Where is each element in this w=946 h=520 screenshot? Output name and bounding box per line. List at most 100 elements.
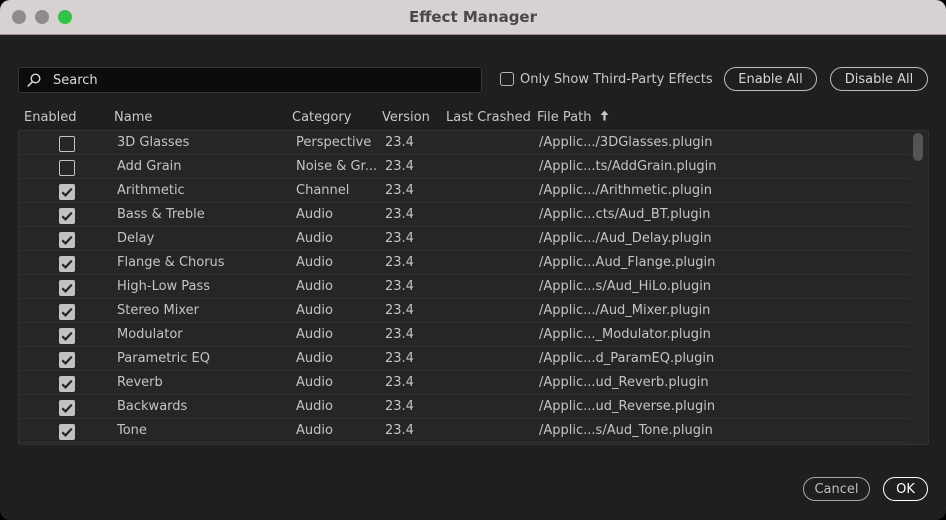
table-row[interactable]: Arithmetic Channel 23.4/Applic.../Arithmet… — [19, 179, 910, 203]
column-header-enabled[interactable]: Enabled — [24, 108, 77, 128]
effect-name: Parametric EQ — [117, 351, 210, 366]
effect-file-path: /Applic.../3DGlasses.plugin — [539, 135, 713, 150]
cancel-button[interactable]: Cancel — [803, 477, 870, 501]
effect-last-crashed — [447, 347, 527, 370]
effect-version: 23.4 — [385, 399, 414, 414]
effect-last-crashed — [447, 251, 527, 274]
table-row[interactable]: Stereo Mixer Audio 23.4/Applic.../Aud_Mixe… — [19, 299, 910, 323]
checkmark-icon — [61, 211, 73, 221]
effect-file-path: /Applic.../Aud_Mixer.plugin — [539, 303, 711, 318]
effect-file-path: /Applic..._Modulator.plugin — [539, 327, 711, 342]
table-row[interactable]: Reverb Audio 23.4/Applic...ud_Reverb.plugi… — [19, 371, 910, 395]
effect-version: 23.4 — [385, 183, 414, 198]
effect-file-path: /Applic...ts/AddGrain.plugin — [539, 159, 717, 174]
ok-button[interactable]: OK — [883, 477, 928, 501]
disable-all-button[interactable]: Disable All — [830, 67, 928, 91]
effect-name: Stereo Mixer — [117, 303, 199, 318]
effect-category: Audio — [296, 375, 333, 390]
effect-version: 23.4 — [385, 231, 414, 246]
effect-category: Audio — [296, 327, 333, 342]
column-header-name[interactable]: Name — [114, 108, 152, 128]
column-header-last-crashed[interactable]: Last Crashed — [446, 108, 531, 128]
effect-last-crashed — [447, 323, 527, 346]
effect-version: 23.4 — [385, 207, 414, 222]
effect-version: 23.4 — [385, 159, 414, 174]
enabled-checkbox-checked[interactable] — [59, 376, 75, 392]
arrow-up-icon — [600, 110, 609, 121]
checkmark-icon — [61, 427, 73, 437]
table-row[interactable]: Flange & Chorus Audio 23.4/Applic...Aud_Fl… — [19, 251, 910, 275]
effect-name: Bass & Treble — [117, 207, 205, 222]
vertical-scrollbar[interactable] — [913, 133, 923, 161]
effect-version: 23.4 — [385, 327, 414, 342]
enabled-checkbox-checked[interactable] — [59, 400, 75, 416]
window-title: Effect Manager — [408, 8, 537, 26]
table-row[interactable]: Add Grain Noise & Gr... 23.4/Applic...ts/A… — [19, 155, 910, 179]
effect-name: Modulator — [117, 327, 183, 342]
effect-name: Delay — [117, 231, 155, 246]
table-row[interactable]: Tone Audio 23.4/Applic...s/Aud_Tone.plugin — [19, 419, 910, 443]
effect-file-path: /Applic...ud_Reverb.plugin — [539, 375, 709, 390]
effect-last-crashed — [447, 131, 527, 154]
effect-version: 23.4 — [385, 351, 414, 366]
enabled-checkbox-checked[interactable] — [59, 280, 75, 296]
column-header-file-path-label: File Path — [537, 110, 592, 125]
checkmark-icon — [61, 379, 73, 389]
table-row[interactable]: 3D Glasses Perspective 23.4/Applic.../3DGl… — [19, 131, 910, 155]
checkmark-icon — [61, 331, 73, 341]
search-field[interactable] — [18, 67, 482, 93]
enabled-checkbox-checked[interactable] — [59, 184, 75, 200]
checkmark-icon — [61, 403, 73, 413]
column-header-version[interactable]: Version — [382, 108, 430, 128]
enabled-checkbox-checked[interactable] — [59, 208, 75, 224]
table-row[interactable]: Parametric EQ Audio 23.4/Applic...d_ParamE… — [19, 347, 910, 371]
enabled-checkbox[interactable] — [59, 160, 75, 176]
effect-category: Audio — [296, 279, 333, 294]
table-row[interactable]: Bass & Treble Audio 23.4/Applic...cts/Aud_… — [19, 203, 910, 227]
effect-name: Arithmetic — [117, 183, 185, 198]
effect-file-path: /Applic.../Arithmetic.plugin — [539, 183, 712, 198]
checkmark-icon — [61, 307, 73, 317]
effect-category: Audio — [296, 303, 333, 318]
effect-category: Audio — [296, 207, 333, 222]
title-bar: Effect Manager — [0, 0, 946, 35]
third-party-filter[interactable]: Only Show Third-Party Effects — [500, 70, 713, 88]
effect-name: Add Grain — [117, 159, 182, 174]
effect-file-path: /Applic...ud_Reverse.plugin — [539, 399, 716, 414]
effect-last-crashed — [447, 155, 527, 178]
effect-last-crashed — [447, 203, 527, 226]
effect-name: Reverb — [117, 375, 163, 390]
effect-version: 23.4 — [385, 303, 414, 318]
effect-category: Perspective — [296, 135, 372, 150]
effect-category: Noise & Gr... — [296, 159, 378, 174]
effect-name: Backwards — [117, 399, 188, 414]
effect-version: 23.4 — [385, 423, 414, 438]
table-row[interactable]: Backwards Audio 23.4/Applic...ud_Reverse.p… — [19, 395, 910, 419]
enabled-checkbox-checked[interactable] — [59, 424, 75, 440]
column-header-category[interactable]: Category — [292, 108, 351, 128]
third-party-checkbox[interactable] — [500, 72, 514, 86]
table-row[interactable]: Delay Audio 23.4/Applic.../Aud_Delay.plugi… — [19, 227, 910, 251]
effect-last-crashed — [447, 299, 527, 322]
table-row[interactable]: High-Low Pass Audio 23.4/Applic...s/Aud_Hi… — [19, 275, 910, 299]
effects-table: Tone Audio 23.4/Applic...s/Aud_Tone.plugin… — [18, 130, 929, 445]
search-input[interactable] — [53, 68, 473, 92]
enabled-checkbox-checked[interactable] — [59, 304, 75, 320]
effect-last-crashed — [447, 419, 527, 442]
enable-all-button[interactable]: Enable All — [724, 67, 817, 91]
table-row[interactable]: Modulator Audio 23.4/Applic..._Modulator.p… — [19, 323, 910, 347]
enabled-checkbox-checked[interactable] — [59, 328, 75, 344]
column-header-file-path[interactable]: File Path — [537, 108, 609, 128]
effect-name: High-Low Pass — [117, 279, 211, 294]
effect-category: Audio — [296, 351, 333, 366]
checkmark-icon — [61, 235, 73, 245]
enabled-checkbox-checked[interactable] — [59, 256, 75, 272]
effect-version: 23.4 — [385, 255, 414, 270]
enabled-checkbox-checked[interactable] — [59, 352, 75, 368]
enabled-checkbox[interactable] — [59, 136, 75, 152]
effect-category: Audio — [296, 255, 333, 270]
effect-version: 23.4 — [385, 279, 414, 294]
effect-name: Tone — [117, 423, 147, 438]
enabled-checkbox-checked[interactable] — [59, 232, 75, 248]
checkmark-icon — [61, 355, 73, 365]
